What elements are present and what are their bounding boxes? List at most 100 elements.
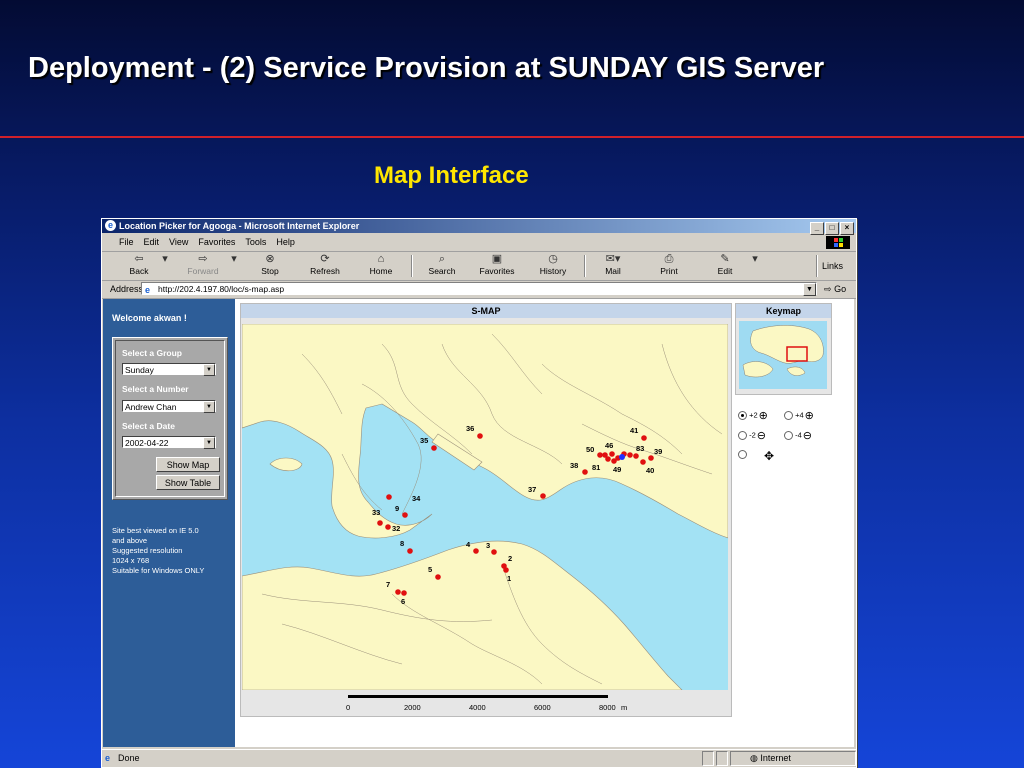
date-select[interactable]: 2002-04-22 ▼	[122, 436, 216, 449]
zoom-in-icon: ⊕	[758, 410, 768, 422]
menu-tools[interactable]: Tools	[240, 234, 271, 251]
location-marker	[431, 445, 437, 451]
marker-label: 38	[570, 461, 578, 470]
title-divider	[0, 136, 1024, 138]
favorites-icon: ▣	[491, 253, 503, 265]
marker-label: 5	[428, 565, 432, 574]
home-icon: ⌂	[377, 253, 385, 265]
marker-label: 32	[392, 524, 400, 533]
browser-window: e Location Picker for Agooga - Microsoft …	[101, 218, 857, 768]
location-marker	[627, 452, 633, 458]
dropdown-arrow-icon: ▾	[162, 253, 168, 265]
menu-file[interactable]: File	[114, 234, 139, 251]
marker-label: 6	[401, 597, 405, 606]
radio-button[interactable]	[738, 449, 747, 459]
location-marker	[648, 455, 654, 461]
page-content: Welcome akwan ! Select a Group Sunday ▼ S…	[103, 299, 854, 747]
menu-edit[interactable]: Edit	[139, 234, 165, 251]
pan-option[interactable]	[738, 449, 747, 459]
home-button[interactable]: ⌂ Home	[354, 253, 408, 276]
stop-button[interactable]: ⊗ Stop	[243, 253, 297, 276]
forward-button[interactable]: ⇨ Forward	[176, 253, 230, 276]
keymap-canvas[interactable]	[739, 321, 827, 389]
edit-icon: ✎	[720, 253, 730, 265]
show-map-button[interactable]: Show Map	[156, 457, 220, 472]
zoom-in-4-option[interactable]: +4⊕	[784, 409, 814, 422]
selection-form: Select a Group Sunday ▼ Select a Number A…	[112, 337, 228, 500]
ie-icon: e	[105, 220, 116, 231]
go-arrow-icon: ⇨	[824, 284, 832, 294]
zoom-in-2-option[interactable]: +2⊕	[738, 409, 768, 422]
sidebar: Welcome akwan ! Select a Group Sunday ▼ S…	[103, 299, 235, 747]
dropdown-arrow-icon: ▾	[752, 253, 758, 265]
back-dropdown[interactable]: ▾	[158, 253, 172, 266]
print-button[interactable]: ⎙ Print	[642, 253, 696, 276]
address-input[interactable]: e http://202.4.197.80/loc/s-map.asp ▼	[141, 282, 817, 296]
current-location-marker	[619, 454, 625, 460]
favorites-button[interactable]: ▣ Favorites	[470, 253, 524, 276]
edit-button[interactable]: ✎ Edit	[698, 253, 752, 276]
radio-button[interactable]	[784, 431, 793, 440]
location-marker	[609, 451, 615, 457]
marker-label: 49	[613, 465, 621, 474]
marker-label: 35	[420, 436, 428, 445]
address-dropdown[interactable]: ▼	[803, 283, 816, 296]
radio-button[interactable]	[738, 431, 747, 440]
menu-bar: File Edit View Favorites Tools Help	[102, 234, 856, 252]
address-label: Address	[110, 284, 144, 294]
location-marker	[501, 563, 507, 569]
marker-label: 7	[386, 580, 390, 589]
scale-label: 4000	[469, 703, 486, 712]
zoom-out-4-option[interactable]: -4⊖	[784, 429, 812, 442]
menu-favorites[interactable]: Favorites	[193, 234, 240, 251]
edit-dropdown[interactable]: ▾	[748, 253, 762, 266]
go-button[interactable]: ⇨ Go	[824, 284, 846, 295]
map-canvas[interactable]: 1 2 3 4 5 6 7 8 9 32 33 34 35 36 37 38 3…	[242, 324, 728, 690]
security-zone: ◍ Internet	[750, 753, 791, 763]
zoom-out-2-option[interactable]: -2⊖	[738, 429, 766, 442]
search-button[interactable]: ⌕ Search	[415, 253, 469, 276]
dropdown-arrow-icon: ▼	[203, 364, 215, 376]
location-marker	[385, 524, 391, 530]
radio-button[interactable]	[738, 411, 747, 420]
dropdown-arrow-icon: ▼	[203, 401, 215, 413]
keymap-drawing	[742, 325, 824, 378]
radio-button[interactable]	[784, 411, 793, 420]
number-select[interactable]: Andrew Chan ▼	[122, 400, 216, 413]
slide-subtitle: Map Interface	[374, 162, 529, 189]
land-kowloon	[242, 324, 728, 539]
location-marker	[477, 433, 483, 439]
menu-help[interactable]: Help	[271, 234, 300, 251]
marker-label: 36	[466, 424, 474, 433]
location-marker	[641, 435, 647, 441]
history-button[interactable]: ◷ History	[526, 253, 580, 276]
zoom-controls: +2⊕ +4⊕ -2⊖ -4⊖ ✥	[736, 409, 828, 471]
page-icon: e	[145, 285, 151, 295]
scale-label: 0	[346, 703, 351, 712]
mail-button[interactable]: ✉▾ Mail	[586, 253, 640, 276]
group-select[interactable]: Sunday ▼	[122, 363, 216, 376]
marker-label: 39	[654, 447, 662, 456]
group-label: Select a Group	[122, 348, 182, 358]
marker-label: 33	[372, 508, 380, 517]
zoom-out-icon: ⊖	[756, 430, 766, 442]
forward-dropdown[interactable]: ▾	[227, 253, 241, 266]
refresh-button[interactable]: ⟳ Refresh	[298, 253, 352, 276]
show-table-button[interactable]: Show Table	[156, 475, 220, 490]
refresh-icon: ⟳	[320, 253, 330, 265]
toolbar-separator	[411, 255, 413, 277]
scale-label: 8000	[599, 703, 616, 712]
pan-icon: ✥	[764, 449, 775, 463]
links-button[interactable]: Links	[822, 261, 843, 271]
scale-label: 6000	[534, 703, 551, 712]
smap-title: S-MAP	[241, 304, 731, 318]
menu-view[interactable]: View	[164, 234, 193, 251]
location-marker	[402, 512, 408, 518]
marker-label: 1	[507, 574, 511, 583]
keymap-title: Keymap	[736, 304, 831, 318]
marker-label: 3	[486, 541, 490, 550]
location-marker	[401, 590, 407, 596]
marker-label: 9	[395, 504, 399, 513]
search-icon: ⌕	[438, 253, 446, 265]
location-marker	[473, 548, 479, 554]
